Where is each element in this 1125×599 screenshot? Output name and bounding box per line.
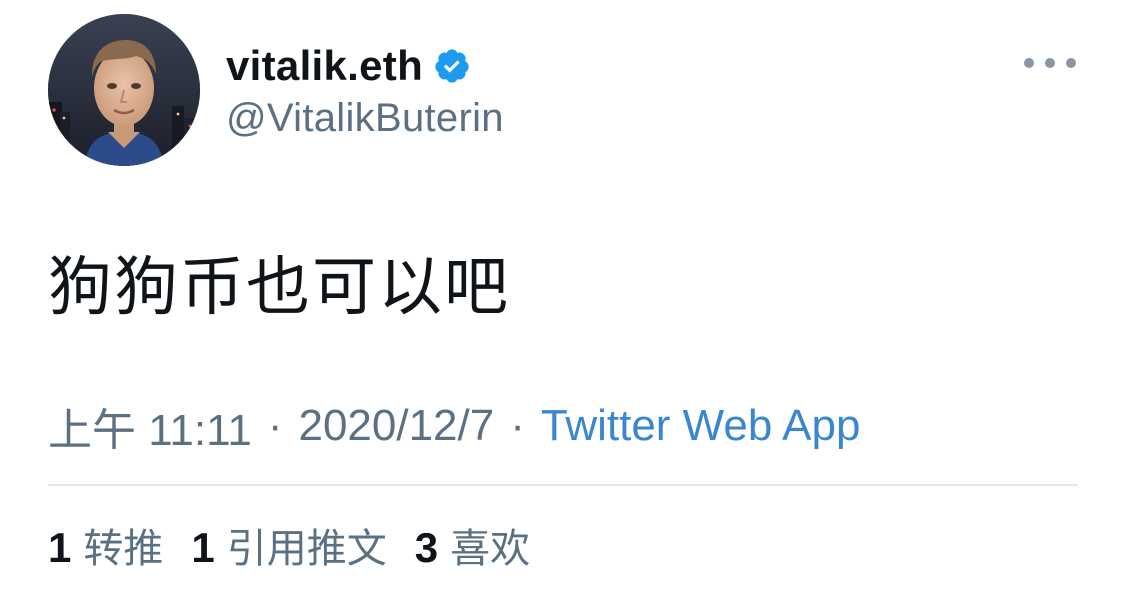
meta-separator: · xyxy=(267,401,283,450)
tweet-meta: 上午 11:11 · 2020/12/7 · Twitter Web App xyxy=(48,394,860,458)
tweet-date[interactable]: 2020/12/7 xyxy=(298,401,494,451)
likes-label: 喜欢 xyxy=(450,526,531,572)
retweets-stat[interactable]: 1 转推 xyxy=(48,516,163,574)
quote-tweets-label: 引用推文 xyxy=(226,526,387,572)
author-name-row[interactable]: vitalik.eth xyxy=(226,38,471,94)
divider xyxy=(48,484,1078,486)
quote-tweets-stat[interactable]: 1 引用推文 xyxy=(191,516,386,574)
tweet-time[interactable]: 上午 11:11 xyxy=(48,394,252,458)
likes-stat[interactable]: 3 喜欢 xyxy=(415,516,530,574)
retweets-count: 1 xyxy=(48,524,72,571)
avatar-photo xyxy=(48,14,200,166)
verified-badge-icon xyxy=(433,47,471,85)
more-dot xyxy=(1045,58,1055,68)
tweet-source-link[interactable]: Twitter Web App xyxy=(541,401,861,451)
tweet-text: 狗狗币也可以吧 xyxy=(48,251,510,325)
quote-tweets-count: 1 xyxy=(191,524,215,571)
retweets-label: 转推 xyxy=(83,526,164,572)
tweet-stats: 1 转推 1 引用推文 3 喜欢 xyxy=(48,516,558,574)
tweet-card: vitalik.eth @VitalikButerin 狗狗币也可以吧 上午 1… xyxy=(0,0,1125,599)
author-handle[interactable]: @VitalikButerin xyxy=(226,96,504,141)
more-dot xyxy=(1066,58,1076,68)
avatar[interactable] xyxy=(48,14,200,166)
meta-separator: · xyxy=(510,401,525,450)
more-options-icon[interactable] xyxy=(1024,48,1076,78)
display-name[interactable]: vitalik.eth xyxy=(226,42,423,90)
more-dot xyxy=(1024,58,1034,68)
likes-count: 3 xyxy=(414,524,439,571)
